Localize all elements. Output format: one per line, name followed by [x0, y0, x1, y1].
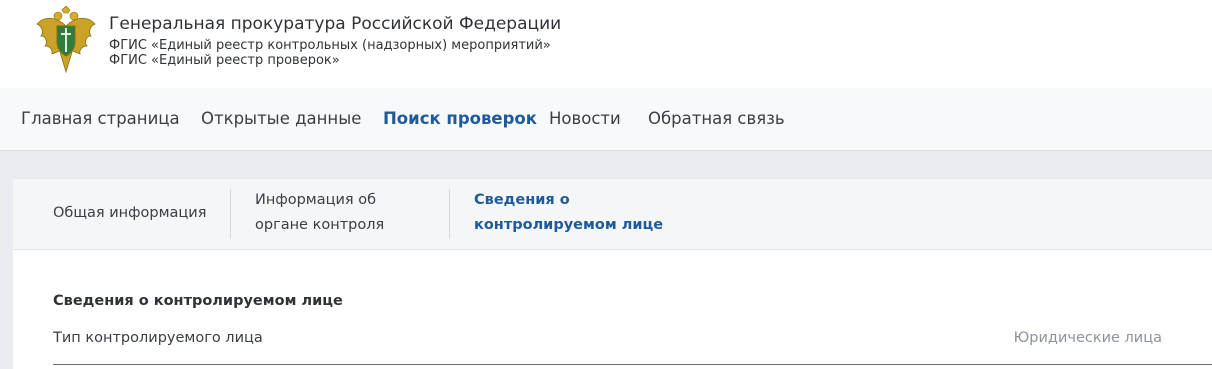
section-title: Сведения о контролируемом лице [53, 293, 343, 309]
field-label-controlled-person-type: Тип контролируемого лица [53, 330, 263, 346]
details-tabs: Общая информация Информация об органе ко… [13, 179, 1212, 250]
registry-subtitle-1: ФГИС «Единый реестр контрольных (надзорн… [109, 38, 551, 53]
tab-label-line-1: Информация об [255, 192, 377, 208]
field-value-controlled-person-type: Юридические лица [1013, 330, 1162, 346]
org-title: Генеральная прокуратура Российской Федер… [109, 14, 562, 34]
tab-label-line-2: органе контроля [255, 217, 385, 233]
site-header: Генеральная прокуратура Российской Федер… [0, 0, 1212, 88]
tab-label: Общая информация [53, 205, 207, 221]
nav-item-open-data[interactable]: Открытые данные [201, 109, 361, 129]
details-card: Общая информация Информация об органе ко… [13, 179, 1212, 369]
tab-control-authority[interactable]: Информация об органе контроля [255, 188, 384, 238]
main-nav: Главная страница Открытые данные Поиск п… [0, 88, 1212, 151]
tab-divider [449, 189, 450, 239]
prosecutor-emblem-icon[interactable] [34, 6, 98, 76]
tab-general-info[interactable]: Общая информация [53, 201, 206, 226]
row-divider [53, 364, 1212, 365]
nav-item-inspection-search[interactable]: Поиск проверок [383, 109, 537, 129]
tab-controlled-person[interactable]: Сведения о контролируемом лице [474, 188, 663, 238]
nav-item-news[interactable]: Новости [549, 109, 621, 129]
tab-label-line-2: контролируемом лице [474, 217, 664, 233]
tab-label-line-1: Сведения о [474, 192, 570, 208]
tab-divider [230, 189, 231, 239]
nav-item-home[interactable]: Главная страница [21, 109, 180, 129]
registry-subtitle-2: ФГИС «Единый реестр проверок» [109, 53, 340, 68]
nav-item-feedback[interactable]: Обратная связь [648, 109, 785, 129]
